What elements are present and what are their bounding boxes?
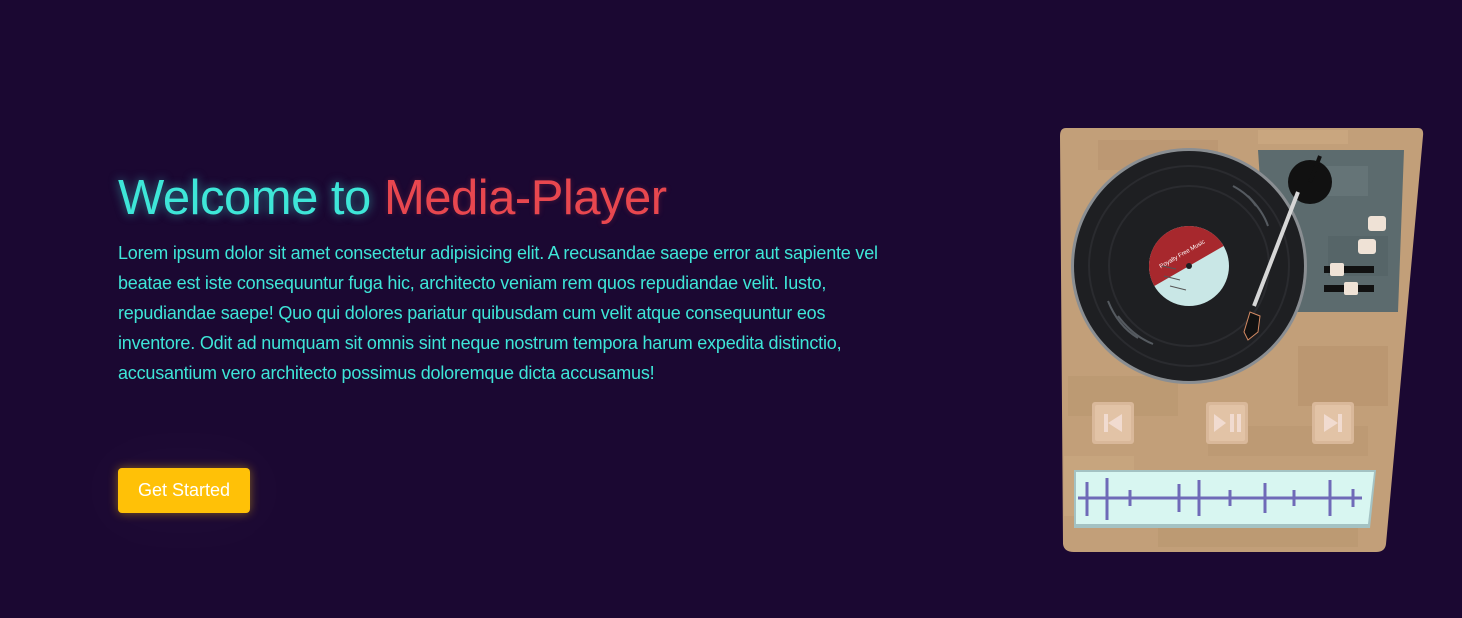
play-pause-icon bbox=[1206, 402, 1248, 444]
hero-title-part2: Media-Player bbox=[383, 171, 667, 225]
page: Welcome to Media-Player Lorem ipsum dolo… bbox=[0, 0, 1462, 618]
hero-title-part1: Welcome to bbox=[118, 171, 371, 225]
get-started-button[interactable]: Get Started bbox=[118, 468, 250, 513]
next-track-icon bbox=[1312, 402, 1354, 444]
hero-title: Welcome to Media-Player bbox=[118, 168, 898, 228]
previous-track-icon bbox=[1092, 402, 1134, 444]
waveform-icon bbox=[1074, 470, 1376, 528]
hero-text: Welcome to Media-Player Lorem ipsum dolo… bbox=[118, 168, 898, 388]
turntable-icon: Royalty Free Music bbox=[1060, 128, 1424, 552]
vinyl-record-icon: Royalty Free Music bbox=[1071, 148, 1307, 384]
turntable-illustration: Royalty Free Music bbox=[1058, 126, 1426, 554]
hero-description: Lorem ipsum dolor sit amet consectetur a… bbox=[118, 243, 878, 383]
